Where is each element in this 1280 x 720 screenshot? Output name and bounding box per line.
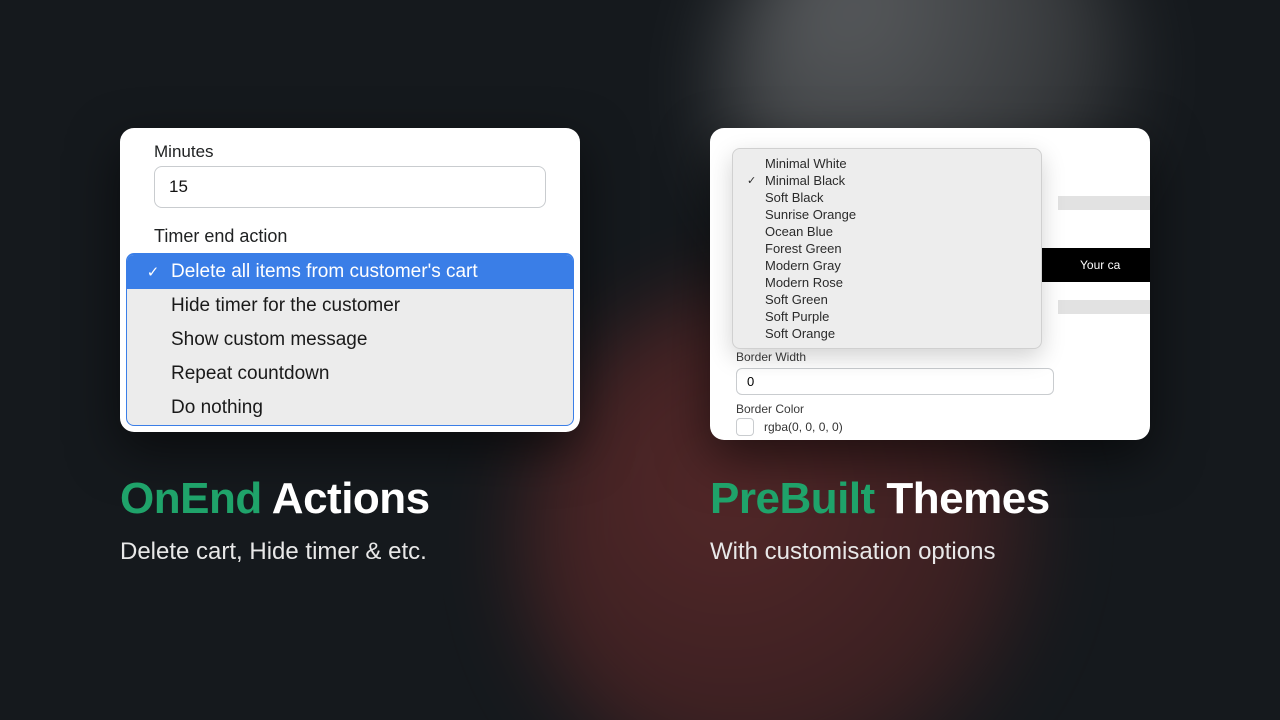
minutes-label: Minutes bbox=[154, 142, 546, 162]
theme-option[interactable]: ✓Soft Orange bbox=[733, 325, 1041, 342]
theme-option[interactable]: ✓Soft Purple bbox=[733, 308, 1041, 325]
preview-placeholder-bar bbox=[1058, 196, 1150, 210]
preview-banner: Your ca bbox=[1038, 248, 1150, 282]
themes-caption-sub: With customisation options bbox=[710, 538, 1050, 566]
theme-option-label: Modern Gray bbox=[765, 258, 841, 273]
theme-option-label: Soft Black bbox=[765, 190, 824, 205]
theme-option[interactable]: ✓ Minimal Black bbox=[733, 172, 1041, 189]
theme-option[interactable]: ✓Modern Gray bbox=[733, 257, 1041, 274]
preview-banner-text: Your ca bbox=[1080, 258, 1120, 272]
themes-caption-rest: Themes bbox=[875, 474, 1050, 523]
option-label: Show custom message bbox=[171, 329, 367, 351]
timer-end-action-option[interactable]: ✓ Delete all items from customer's cart bbox=[127, 255, 573, 289]
preview-placeholder-bar bbox=[1058, 300, 1150, 314]
theme-option-label: Ocean Blue bbox=[765, 224, 833, 239]
theme-option-label: Minimal Black bbox=[765, 173, 845, 188]
theme-option[interactable]: ✓Modern Rose bbox=[733, 274, 1041, 291]
option-label: Hide timer for the customer bbox=[171, 295, 400, 317]
theme-option-label: Soft Orange bbox=[765, 326, 835, 341]
onend-actions-panel: Minutes Timer end action ✓ Delete all ite… bbox=[120, 128, 580, 432]
timer-end-action-option[interactable]: ✓Do nothing bbox=[127, 391, 573, 425]
timer-end-action-label: Timer end action bbox=[120, 226, 580, 247]
timer-end-action-option[interactable]: ✓Show custom message bbox=[127, 323, 573, 357]
option-label: Do nothing bbox=[171, 397, 263, 419]
theme-option-label: Soft Purple bbox=[765, 309, 829, 324]
border-color-swatch[interactable] bbox=[736, 418, 754, 436]
themes-caption: PreBuilt Themes With customisation optio… bbox=[710, 474, 1050, 566]
theme-option-label: Forest Green bbox=[765, 241, 842, 256]
check-icon: ✓ bbox=[747, 174, 759, 187]
onend-caption-accent: OnEnd bbox=[120, 474, 262, 523]
theme-option[interactable]: ✓Forest Green bbox=[733, 240, 1041, 257]
timer-end-action-option[interactable]: ✓Hide timer for the customer bbox=[127, 289, 573, 323]
theme-option-label: Minimal White bbox=[765, 156, 847, 171]
border-color-label: Border Color bbox=[736, 402, 804, 416]
onend-caption-rest: Actions bbox=[262, 474, 430, 523]
prebuilt-themes-panel: ✓Minimal White✓Minimal Black✓Soft Black✓… bbox=[710, 128, 1150, 440]
onend-caption-sub: Delete cart, Hide timer & etc. bbox=[120, 538, 430, 566]
theme-option[interactable]: ✓Soft Green bbox=[733, 291, 1041, 308]
theme-option[interactable]: ✓Ocean Blue bbox=[733, 223, 1041, 240]
theme-option-label: Modern Rose bbox=[765, 275, 843, 290]
timer-end-action-option[interactable]: ✓Repeat countdown bbox=[127, 357, 573, 391]
border-width-input[interactable] bbox=[736, 368, 1054, 395]
onend-caption: OnEnd Actions Delete cart, Hide timer & … bbox=[120, 474, 430, 566]
themes-caption-accent: PreBuilt bbox=[710, 474, 875, 523]
theme-option-label: Sunrise Orange bbox=[765, 207, 856, 222]
option-label: Repeat countdown bbox=[171, 363, 329, 385]
border-color-value: rgba(0, 0, 0, 0) bbox=[764, 420, 843, 434]
timer-end-action-dropdown[interactable]: ✓ Delete all items from customer's cart ✓H… bbox=[126, 253, 574, 426]
theme-option[interactable]: ✓Soft Black bbox=[733, 189, 1041, 206]
theme-option[interactable]: ✓Minimal White bbox=[733, 155, 1041, 172]
check-icon: ✓ bbox=[145, 263, 161, 281]
border-width-label: Border Width bbox=[736, 350, 806, 364]
theme-select-dropdown[interactable]: ✓Minimal White✓Minimal Black✓Soft Black✓… bbox=[732, 148, 1042, 349]
theme-option-label: Soft Green bbox=[765, 292, 828, 307]
option-label: Delete all items from customer's cart bbox=[171, 261, 478, 283]
minutes-input[interactable] bbox=[154, 166, 546, 208]
theme-option[interactable]: ✓Sunrise Orange bbox=[733, 206, 1041, 223]
